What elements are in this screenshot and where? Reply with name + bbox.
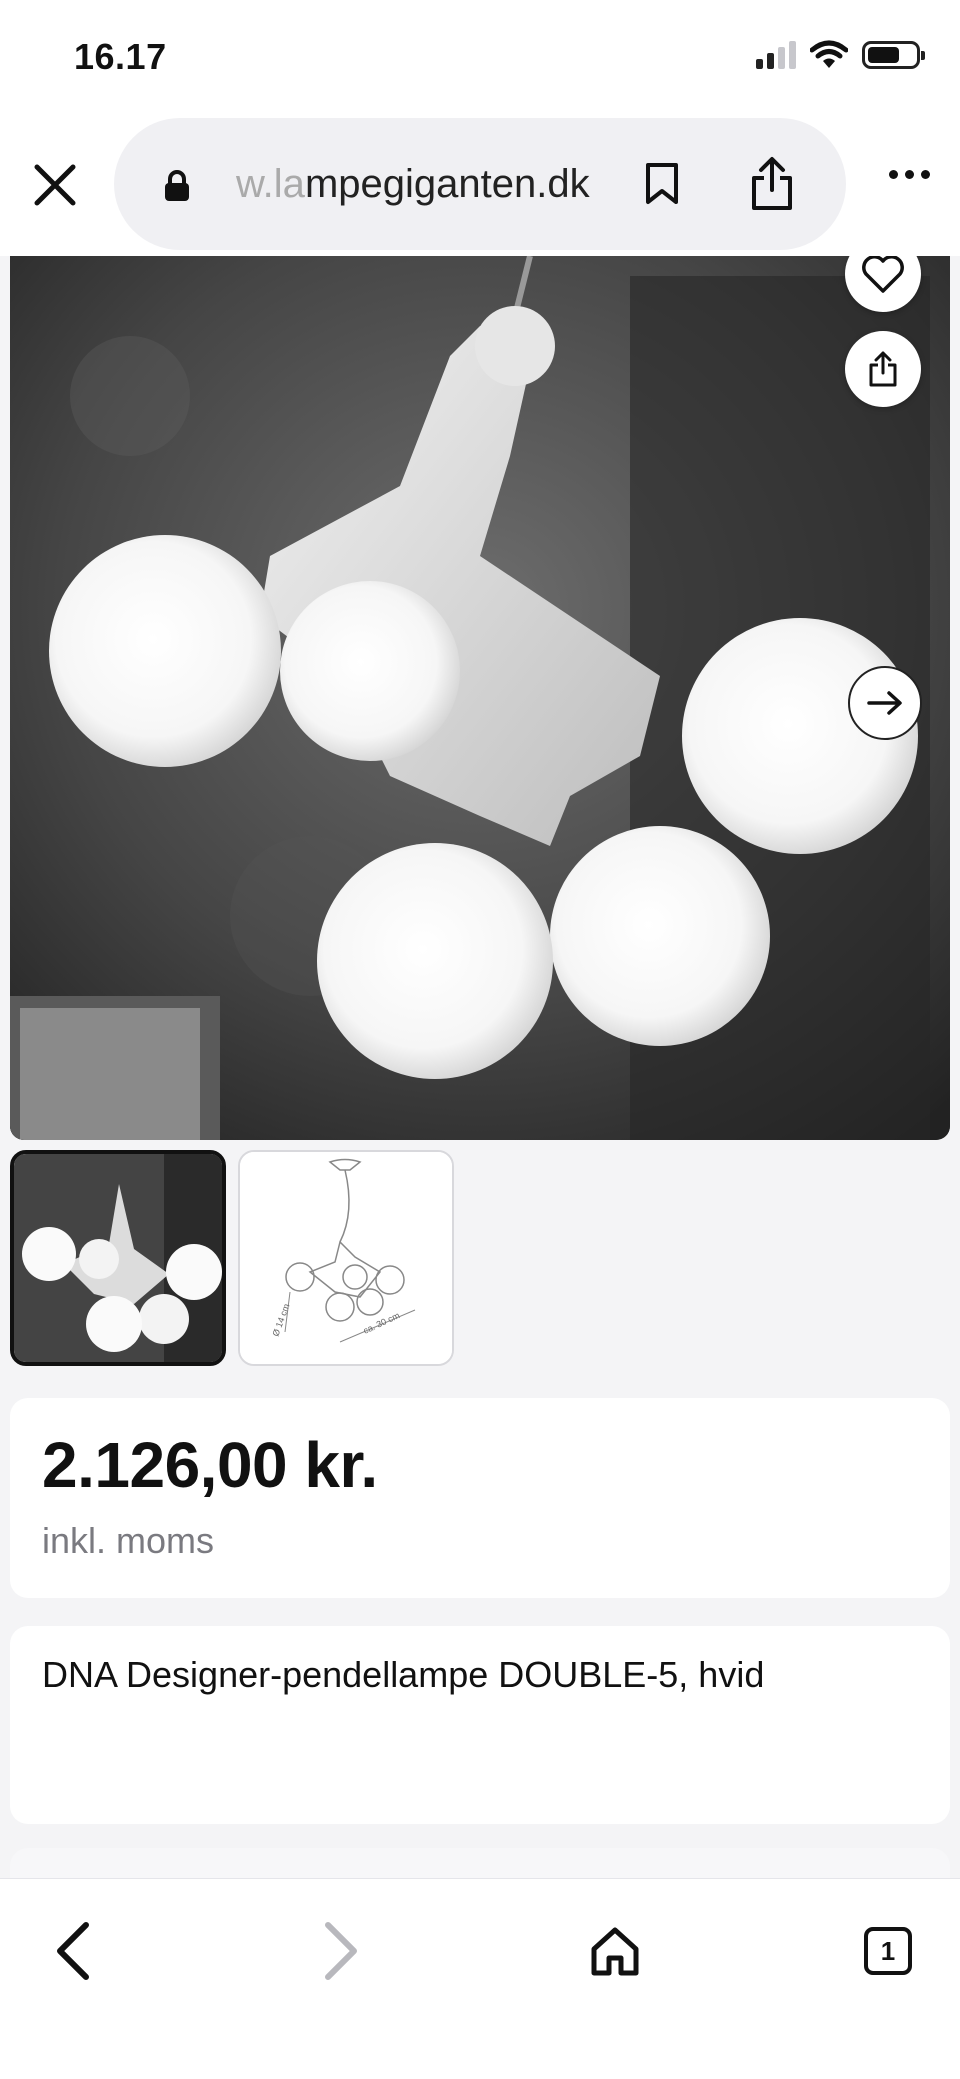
browser-nav-bar: w.lampegiganten.dk	[0, 110, 960, 256]
status-icons	[756, 40, 925, 70]
share-icon[interactable]	[748, 156, 796, 212]
forward-icon	[325, 1922, 357, 1980]
close-button[interactable]	[30, 160, 80, 210]
forward-button[interactable]	[302, 1911, 382, 1991]
signal-icon	[756, 41, 796, 69]
close-icon	[34, 164, 76, 206]
share-product-button[interactable]	[845, 331, 921, 407]
home-button[interactable]	[575, 1911, 655, 1991]
more-icon[interactable]	[889, 170, 930, 179]
image-thumbnails: Ø 14 cm ca. 30 cm	[10, 1150, 454, 1366]
url-domain: mpegiganten.dk	[304, 162, 590, 206]
product-title: DNA Designer-pendellampe DOUBLE-5, hvid	[42, 1654, 765, 1695]
browser-toolbar: 1	[0, 1878, 960, 2079]
lock-icon	[165, 170, 189, 201]
product-image[interactable]	[10, 256, 950, 1140]
tabs-icon: 1	[864, 1927, 912, 1975]
product-price: 2.126,00 kr.	[42, 1429, 378, 1501]
back-icon	[57, 1922, 89, 1980]
share-icon	[869, 351, 897, 387]
tabs-button[interactable]: 1	[848, 1911, 928, 1991]
status-time: 16.17	[74, 36, 167, 77]
arrow-right-icon	[867, 691, 902, 715]
thumbnail-photo[interactable]	[10, 1150, 226, 1366]
status-bar: 16.17	[0, 0, 960, 118]
price-card: 2.126,00 kr. inkl. moms	[10, 1398, 950, 1598]
home-icon	[591, 1927, 639, 1976]
battery-icon	[862, 41, 925, 69]
thumbnail-drawing-image: Ø 14 cm ca. 30 cm	[240, 1152, 452, 1364]
thumbnail-photo-image	[14, 1154, 222, 1362]
title-card: DNA Designer-pendellampe DOUBLE-5, hvid	[10, 1626, 950, 1824]
product-photo	[10, 256, 950, 1140]
vat-note: inkl. moms	[42, 1520, 215, 1561]
url-prefix: w.la	[236, 162, 305, 206]
back-button[interactable]	[32, 1911, 112, 1991]
thumbnail-drawing[interactable]: Ø 14 cm ca. 30 cm	[238, 1150, 454, 1366]
next-image-button[interactable]	[848, 666, 922, 740]
wifi-icon	[810, 40, 848, 68]
bookmark-icon[interactable]	[644, 162, 680, 206]
address-bar[interactable]: w.lampegiganten.dk	[114, 118, 846, 250]
heart-icon	[862, 256, 904, 293]
